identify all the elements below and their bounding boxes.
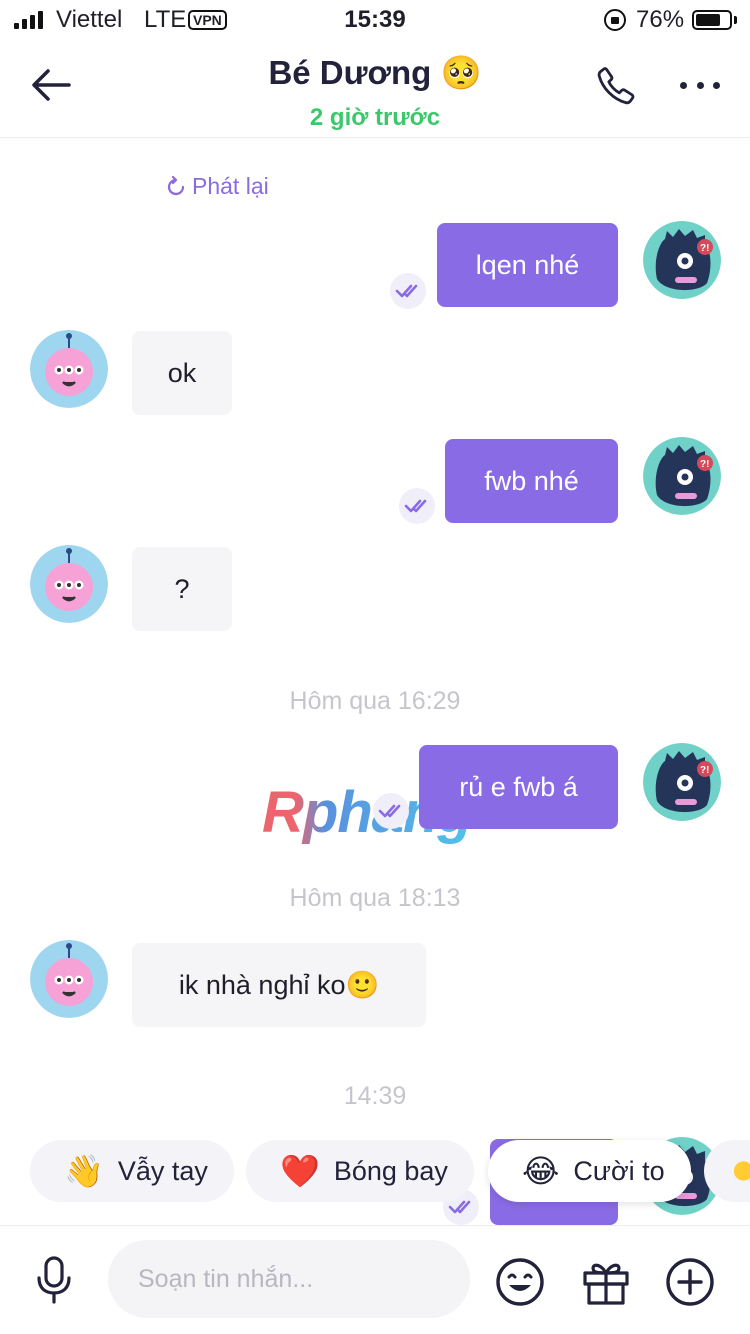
chip-label: Cười to xyxy=(573,1155,665,1186)
svg-text:?!: ?! xyxy=(700,243,709,254)
contact-avatar[interactable] xyxy=(30,330,108,408)
chip-label: Vẫy tay xyxy=(117,1155,208,1186)
message-input[interactable] xyxy=(108,1240,470,1318)
dot xyxy=(713,81,720,89)
message-bubble-incoming[interactable]: ok xyxy=(132,331,232,415)
contact-avatar[interactable] xyxy=(30,940,108,1018)
emoji-face-icon xyxy=(733,1161,750,1181)
replay-label: Phát lại xyxy=(192,173,269,199)
replay-button[interactable]: Phát lại xyxy=(164,173,269,200)
voice-message-button[interactable] xyxy=(30,1254,78,1306)
my-avatar[interactable]: ?! xyxy=(643,221,721,299)
replay-icon xyxy=(167,175,185,195)
laughing-face-icon: 😂 xyxy=(522,1153,560,1189)
contact-avatar[interactable] xyxy=(30,545,108,623)
svg-text:?!: ?! xyxy=(700,459,709,470)
my-avatar[interactable]: ?! xyxy=(643,743,721,821)
plus-circle-icon xyxy=(666,1258,714,1306)
add-attachment-button[interactable] xyxy=(664,1256,716,1308)
seen-check-icon xyxy=(390,273,426,309)
my-avatar[interactable]: ?! xyxy=(643,437,721,515)
message-text: fwb nhé xyxy=(484,465,579,496)
waving-hand-icon: 👋 xyxy=(64,1153,104,1189)
message-bubble-outgoing[interactable]: rủ e fwb á xyxy=(419,745,618,829)
quick-reaction-wave[interactable]: 👋 Vẫy tay xyxy=(30,1140,234,1202)
message-text: ik nhà nghỉ ko🙂 xyxy=(178,970,380,1000)
dot xyxy=(696,81,704,89)
message-text: ok xyxy=(167,357,197,388)
svg-text:?!: ?! xyxy=(700,765,709,776)
message-bubble-incoming[interactable]: ? xyxy=(132,547,232,631)
chat-area[interactable]: Phát lại lqen nhé ?! ok fwb nhé ?! ? Rph… xyxy=(0,139,750,1225)
message-bubble-incoming[interactable]: ik nhà nghỉ ko🙂 xyxy=(132,943,426,1027)
chat-header: Bé Dương 🥺 2 giờ trước xyxy=(0,42,750,138)
seen-check-icon xyxy=(373,793,409,829)
quick-reaction-balloon[interactable]: ❤️ Bóng bay xyxy=(246,1140,474,1202)
quick-reaction-laugh[interactable]: 😂 Cười to xyxy=(488,1140,691,1202)
battery-cap xyxy=(734,16,737,24)
dot xyxy=(680,81,687,89)
rotation-lock-icon xyxy=(604,9,626,31)
seen-check-icon xyxy=(399,488,435,524)
microphone-icon xyxy=(37,1256,71,1304)
battery-level xyxy=(696,14,721,26)
more-options-button[interactable] xyxy=(676,70,724,100)
gift-button[interactable] xyxy=(580,1256,632,1308)
message-text: lqen nhé xyxy=(475,249,580,280)
message-bubble-outgoing[interactable]: fwb nhé xyxy=(445,439,618,523)
message-text: ? xyxy=(174,573,190,604)
timestamp: 14:39 xyxy=(343,1082,407,1110)
battery-icon xyxy=(692,10,732,30)
timestamp: Hôm qua 18:13 xyxy=(289,884,461,912)
heart-icon: ❤️ xyxy=(280,1153,320,1189)
message-text: rủ e fwb á xyxy=(459,771,578,802)
emoji-button[interactable] xyxy=(494,1256,546,1308)
battery-percent: 76% xyxy=(636,6,685,33)
call-button[interactable] xyxy=(592,62,640,110)
phone-icon xyxy=(597,67,635,105)
timestamp: Hôm qua 16:29 xyxy=(289,687,461,715)
message-bubble-outgoing[interactable]: lqen nhé xyxy=(437,223,618,307)
composer-bar xyxy=(0,1225,750,1334)
gift-icon xyxy=(583,1263,629,1305)
smiley-icon xyxy=(496,1258,544,1306)
status-bar: Viettel LTE VPN 15:39 76% xyxy=(0,0,750,42)
chip-label: Bóng bay xyxy=(333,1155,448,1186)
